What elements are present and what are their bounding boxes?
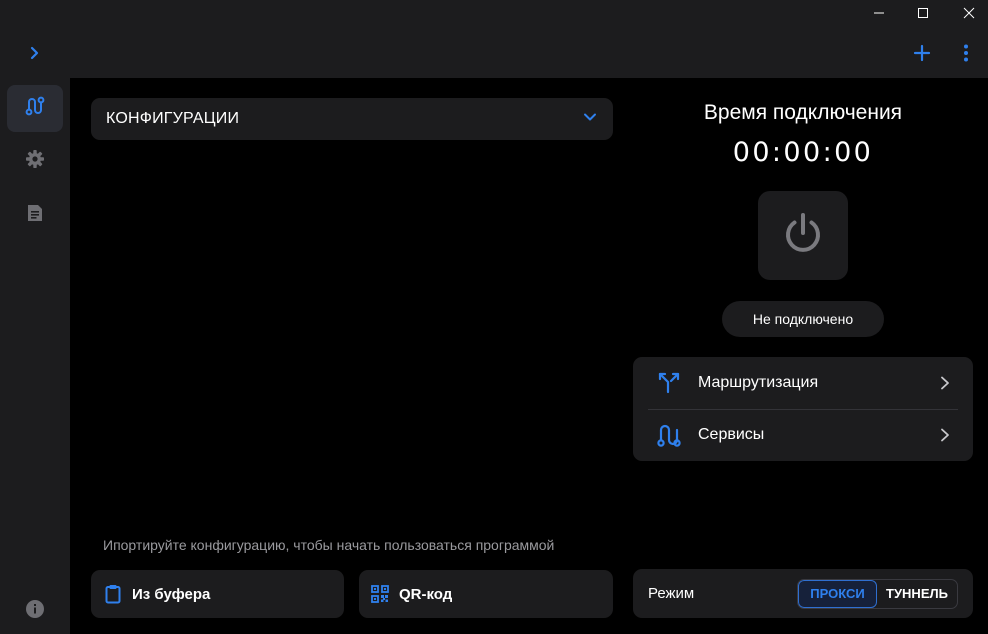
chevron-right-icon (933, 371, 957, 395)
close-icon[interactable] (949, 0, 988, 26)
minimize-icon[interactable] (859, 0, 899, 26)
qr-code-icon (370, 584, 390, 604)
mode-selector-card: Режим ПРОКСИ ТУННЕЛЬ (633, 569, 973, 618)
configurations-dropdown[interactable]: КОНФИГУРАЦИИ (91, 98, 613, 140)
chevron-down-icon (583, 110, 597, 129)
route-icon (24, 95, 46, 122)
sidebar-item-logs[interactable] (7, 192, 63, 239)
plus-icon[interactable] (908, 40, 936, 66)
clipboard-icon (103, 584, 123, 604)
power-icon (779, 209, 827, 262)
connection-status-badge: Не подключено (722, 301, 884, 337)
split-route-icon (655, 369, 683, 397)
chevron-right-icon[interactable] (22, 40, 48, 66)
import-from-clipboard-button[interactable]: Из буфера (91, 570, 344, 618)
import-qr-button[interactable]: QR-код (359, 570, 613, 618)
sidebar-item-settings[interactable] (7, 138, 63, 185)
menu-item-services-label: Сервисы (698, 426, 765, 443)
services-route-icon (655, 421, 683, 449)
power-button[interactable] (758, 191, 848, 280)
import-from-clipboard-label: Из буфера (132, 585, 211, 603)
gear-icon (25, 149, 45, 174)
info-icon[interactable] (22, 596, 48, 622)
mode-option-tunnel[interactable]: ТУННЕЛЬ (877, 580, 957, 608)
more-vertical-icon[interactable] (954, 40, 978, 66)
menu-item-routing-label: Маршрутизация (698, 374, 819, 391)
mode-label: Режим (648, 585, 695, 602)
maximize-icon[interactable] (903, 0, 943, 26)
connection-timer: 00:00:00 (732, 137, 874, 168)
app-toolbar (0, 26, 988, 78)
mode-option-proxy[interactable]: ПРОКСИ (798, 579, 877, 608)
menu-item-routing[interactable]: Маршрутизация (633, 357, 973, 409)
configurations-dropdown-label: КОНФИГУРАЦИИ (106, 110, 240, 127)
settings-menu-card: Маршрутизация Сервисы (633, 357, 973, 461)
window-titlebar (0, 0, 988, 26)
sidebar (0, 78, 70, 634)
import-qr-label: QR-код (399, 585, 453, 603)
document-icon (25, 203, 45, 228)
empty-state-hint: Ипортируйте конфигурацию, чтобы начать п… (103, 537, 555, 553)
menu-item-services[interactable]: Сервисы (633, 409, 973, 461)
chevron-right-icon (933, 423, 957, 447)
connection-time-title: Время подключения (703, 101, 903, 124)
mode-segmented-control: ПРОКСИ ТУННЕЛЬ (797, 578, 958, 609)
sidebar-item-connections[interactable] (7, 85, 63, 132)
